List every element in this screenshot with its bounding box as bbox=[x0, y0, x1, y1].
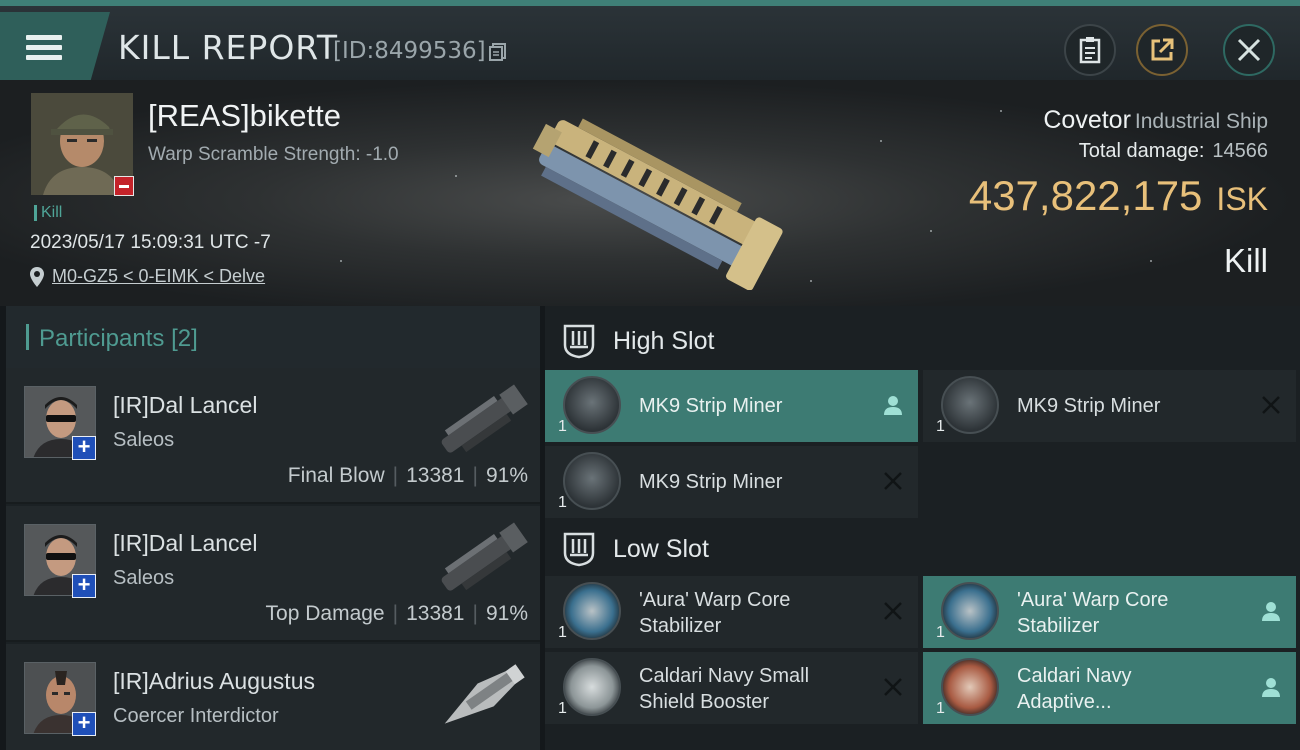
participant-name[interactable]: [IR]Dal Lancel bbox=[113, 392, 257, 419]
participant-ship-image bbox=[441, 522, 528, 591]
module-name: 'Aura' Warp Core Stabilizer bbox=[639, 589, 791, 637]
kill-tag: Kill bbox=[34, 205, 62, 221]
participant-row[interactable]: + [IR]Adrius Augustus Coercer Interdicto… bbox=[6, 644, 540, 750]
participant-ship: Saleos bbox=[113, 567, 175, 589]
strip-miner-icon bbox=[563, 376, 621, 434]
shield-booster-icon bbox=[563, 658, 621, 716]
low-slot-header: Low Slot bbox=[545, 518, 1300, 580]
close-icon bbox=[1237, 38, 1261, 62]
share-button[interactable] bbox=[1136, 24, 1188, 76]
module-quantity: 1 bbox=[936, 624, 945, 641]
kill-datetime: 2023/05/17 15:09:31 UTC -7 bbox=[30, 232, 271, 253]
participants-panel: Participants [2] + [IR]Dal Lancel Saleos bbox=[6, 306, 540, 750]
report-id: [ID:8499536] bbox=[333, 38, 486, 64]
module-quantity: 1 bbox=[558, 624, 567, 641]
destroyed-x-icon bbox=[884, 678, 902, 696]
plus-badge: + bbox=[72, 712, 96, 736]
module-name: Caldari Navy Small Shield Booster bbox=[639, 665, 810, 713]
module-item[interactable]: 1 MK9 Strip Miner bbox=[923, 370, 1296, 442]
module-quantity: 1 bbox=[558, 418, 567, 435]
dropped-person-icon bbox=[1262, 602, 1280, 621]
low-slot-title: Low Slot bbox=[613, 534, 709, 563]
module-name: MK9 Strip Miner bbox=[639, 471, 783, 493]
plus-badge: + bbox=[72, 574, 96, 598]
location-pin-icon bbox=[30, 266, 44, 287]
participant-stats: Final Blow | 13381 | 91% bbox=[287, 464, 528, 487]
module-item[interactable]: 1 Caldari Navy Adaptive... bbox=[923, 652, 1296, 724]
module-item[interactable]: 1 MK9 Strip Miner bbox=[545, 370, 918, 442]
warp-scramble-strength: Warp Scramble Strength: -1.0 bbox=[148, 144, 399, 165]
close-button[interactable] bbox=[1223, 24, 1275, 76]
participant-name[interactable]: [IR]Dal Lancel bbox=[113, 530, 257, 557]
strip-miner-icon bbox=[563, 452, 621, 510]
participant-row[interactable]: + [IR]Dal Lancel Saleos Final Blow | 13381… bbox=[6, 368, 540, 504]
module-quantity: 1 bbox=[558, 700, 567, 717]
destroyed-x-icon bbox=[884, 472, 902, 490]
high-slot-icon bbox=[563, 324, 595, 359]
dropped-person-icon bbox=[1262, 678, 1280, 697]
kill-summary-banner: [REAS]bikette Warp Scramble Strength: -1… bbox=[0, 80, 1300, 306]
dropped-person-icon bbox=[884, 396, 902, 415]
participant-ship: Saleos bbox=[113, 429, 175, 451]
menu-button[interactable] bbox=[0, 12, 110, 82]
fittings-panel: High Slot 1 MK9 Strip Miner 1 MK9 Strip … bbox=[545, 306, 1300, 750]
share-icon bbox=[1151, 38, 1174, 61]
hamburger-icon bbox=[26, 30, 62, 65]
high-slot-header: High Slot bbox=[545, 310, 1300, 372]
participant-ship-image bbox=[441, 384, 528, 453]
result-label: Kill bbox=[1223, 242, 1268, 279]
copy-icon[interactable] bbox=[488, 42, 508, 62]
module-quantity: 1 bbox=[936, 700, 945, 717]
participant-row[interactable]: + [IR]Dal Lancel Saleos Top Damage | 13381… bbox=[6, 506, 540, 642]
module-name: MK9 Strip Miner bbox=[639, 395, 783, 417]
plus-badge: + bbox=[72, 436, 96, 460]
module-item[interactable]: 1 'Aura' Warp Core Stabilizer bbox=[923, 576, 1296, 648]
page-title: KILL REPORT bbox=[118, 28, 338, 67]
participants-header: Participants [2] bbox=[6, 306, 540, 368]
module-item[interactable]: 1 MK9 Strip Miner bbox=[545, 446, 918, 518]
destroyed-x-icon bbox=[1262, 396, 1280, 414]
destroyed-x-icon bbox=[884, 602, 902, 620]
module-quantity: 1 bbox=[558, 494, 567, 511]
loss-badge bbox=[114, 176, 134, 196]
participant-name[interactable]: [IR]Adrius Augustus bbox=[113, 668, 315, 695]
participant-stats: Top Damage | 13381 | 91% bbox=[265, 602, 528, 625]
header-bar: KILL REPORT [ID:8499536] bbox=[0, 0, 1300, 82]
module-name: 'Aura' Warp Core Stabilizer bbox=[1017, 589, 1169, 637]
victim-name[interactable]: [REAS]bikette bbox=[148, 98, 341, 134]
victim-ship-name[interactable]: Covetor Industrial Ship bbox=[1043, 106, 1268, 135]
total-damage: Total damage: 14566 bbox=[1078, 140, 1268, 162]
adaptive-hardener-icon bbox=[941, 658, 999, 716]
high-slot-title: High Slot bbox=[613, 326, 715, 355]
module-item[interactable]: 1 'Aura' Warp Core Stabilizer bbox=[545, 576, 918, 648]
warp-core-stabilizer-icon bbox=[563, 582, 621, 640]
clipboard-icon bbox=[1079, 37, 1101, 64]
location-link[interactable]: M0-GZ5 < 0-EIMK < Delve bbox=[52, 266, 265, 287]
participant-ship-image bbox=[444, 664, 525, 724]
participant-ship: Coercer Interdictor bbox=[113, 705, 279, 727]
report-button[interactable] bbox=[1064, 24, 1116, 76]
victim-ship-class: Industrial Ship bbox=[1134, 110, 1268, 133]
module-name: Caldari Navy Adaptive... bbox=[1017, 665, 1132, 713]
module-quantity: 1 bbox=[936, 418, 945, 435]
module-item[interactable]: 1 Caldari Navy Small Shield Booster bbox=[545, 652, 918, 724]
warp-core-stabilizer-icon bbox=[941, 582, 999, 640]
module-name: MK9 Strip Miner bbox=[1017, 395, 1161, 417]
kill-location[interactable]: M0-GZ5 < 0-EIMK < Delve bbox=[30, 266, 265, 287]
isk-value: 437,822,175 ISK bbox=[968, 172, 1268, 219]
low-slot-icon bbox=[563, 532, 595, 567]
victim-ship-image bbox=[532, 118, 783, 290]
strip-miner-icon bbox=[941, 376, 999, 434]
